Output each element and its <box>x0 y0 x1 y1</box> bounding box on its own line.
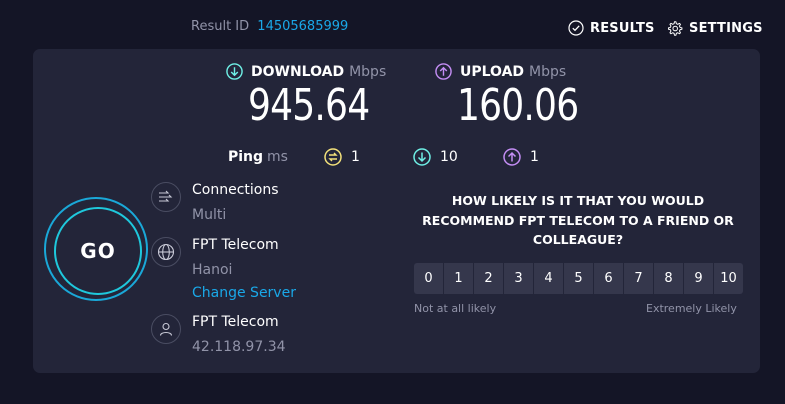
nps-option[interactable]: 9 <box>684 263 713 294</box>
download-metric: DOWNLOAD Mbps 945.64 <box>226 63 396 129</box>
arrow-down-circle-icon <box>413 148 431 166</box>
download-value: 945.64 <box>248 80 370 131</box>
scale-high-label: Extremely Likely <box>646 302 737 315</box>
check-circle-icon <box>568 20 584 36</box>
ping-download[interactable]: 10 <box>413 148 458 166</box>
ping-upload[interactable]: 1 <box>503 148 539 166</box>
ping-label: Ping <box>228 149 264 165</box>
ping-idle-value: 1 <box>351 149 360 165</box>
server-name: FPT Telecom <box>192 237 279 253</box>
ping-upload-value: 1 <box>530 149 539 165</box>
nps-option[interactable]: 8 <box>654 263 683 294</box>
arrow-up-circle-icon <box>503 148 521 166</box>
idle-latency-icon <box>324 148 342 166</box>
nps-option[interactable]: 10 <box>714 263 743 294</box>
upload-unit: Mbps <box>529 63 567 80</box>
top-bar: Result ID 14505685999 RESULTS SETTINGS <box>0 0 785 50</box>
go-button-ring: GO <box>44 197 148 301</box>
nps-option[interactable]: 5 <box>564 263 593 294</box>
connections-title: Connections <box>192 182 279 198</box>
download-header: DOWNLOAD Mbps <box>226 63 396 80</box>
ping-unit: ms <box>267 149 288 165</box>
nps-option[interactable]: 1 <box>444 263 473 294</box>
upload-header: UPLOAD Mbps <box>435 63 605 80</box>
nps-scale: 0 1 2 3 4 5 6 7 8 9 10 <box>414 263 743 294</box>
nps-option[interactable]: 3 <box>504 263 533 294</box>
upload-metric: UPLOAD Mbps 160.06 <box>435 63 605 129</box>
arrow-down-circle-icon <box>226 63 243 80</box>
ping-row: Ping ms 1 10 1 <box>228 148 568 167</box>
client-isp: FPT Telecom <box>192 314 279 330</box>
download-label: DOWNLOAD <box>251 63 345 80</box>
result-id-value[interactable]: 14505685999 <box>257 19 348 34</box>
nps-option[interactable]: 0 <box>414 263 443 294</box>
connections-value[interactable]: Multi <box>192 207 226 223</box>
result-id-label: Result ID <box>191 19 250 34</box>
results-link[interactable]: RESULTS <box>568 18 655 38</box>
connections-icon <box>151 182 181 212</box>
upload-label: UPLOAD <box>460 63 525 80</box>
nps-option[interactable]: 7 <box>624 263 653 294</box>
change-server-link[interactable]: Change Server <box>192 285 296 301</box>
arrow-up-circle-icon <box>435 63 452 80</box>
survey-question: HOW LIKELY IS IT THAT YOU WOULD RECOMMEN… <box>422 193 734 247</box>
gear-icon <box>667 20 683 36</box>
nps-option[interactable]: 4 <box>534 263 563 294</box>
settings-link[interactable]: SETTINGS <box>666 18 763 38</box>
server-location: Hanoi <box>192 262 233 278</box>
result-id: Result ID 14505685999 <box>191 19 348 34</box>
nps-option[interactable]: 6 <box>594 263 623 294</box>
download-unit: Mbps <box>349 63 387 80</box>
upload-value: 160.06 <box>457 80 579 131</box>
results-label: RESULTS <box>590 20 655 36</box>
scale-low-label: Not at all likely <box>414 302 497 315</box>
user-icon <box>151 314 181 344</box>
go-button[interactable]: GO <box>54 207 142 295</box>
client-ip: 42.118.97.34 <box>192 339 286 355</box>
settings-label: SETTINGS <box>689 20 763 36</box>
globe-icon <box>151 237 181 267</box>
nps-option[interactable]: 2 <box>474 263 503 294</box>
ping-download-value: 10 <box>440 149 458 165</box>
ping-idle[interactable]: 1 <box>324 148 360 166</box>
